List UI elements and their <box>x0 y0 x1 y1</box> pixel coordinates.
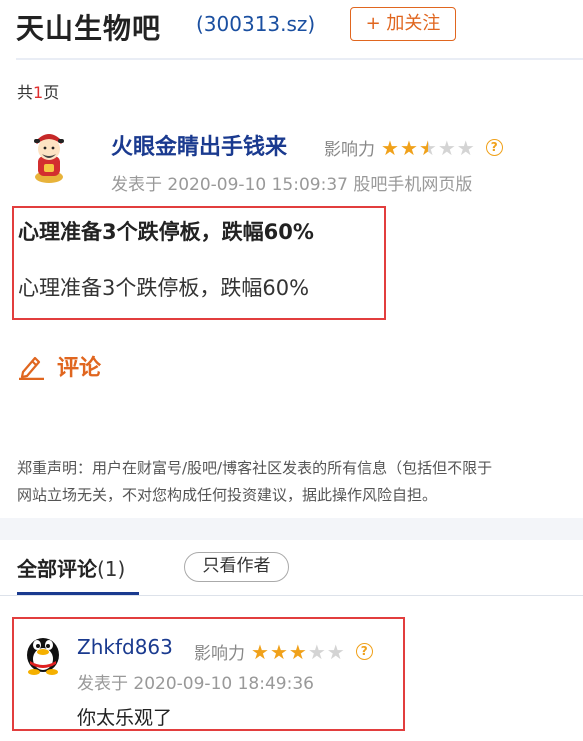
section-divider <box>0 518 583 540</box>
page-count-prefix: 共 <box>17 83 34 102</box>
commenter-avatar[interactable] <box>22 629 64 675</box>
page-count-suffix: 页 <box>43 83 60 102</box>
bar-header: 天山生物吧 (300313.sz) + 加关注 <box>0 0 583 58</box>
star-icon: ★ <box>381 135 399 160</box>
author-avatar[interactable] <box>23 128 75 184</box>
influence-stars: ★ ★ ★ ★ ★ <box>251 642 346 662</box>
disclaimer: 郑重声明：用户在财富号/股吧/博客社区发表的所有信息（包括但不限于 网站立场无关… <box>17 455 492 509</box>
influence-stars: ★ ★ ★ ★ ★ <box>381 138 476 158</box>
post-title: 心理准备3个跌停板，跌幅60% <box>18 220 314 244</box>
disclaimer-line-1: 郑重声明：用户在财富号/股吧/博客社区发表的所有信息（包括但不限于 <box>17 459 493 477</box>
star-icon: ★ <box>307 639 326 664</box>
star-icon: ★ <box>399 135 418 160</box>
comment-button[interactable]: 评论 <box>17 350 101 382</box>
penguin-avatar-icon <box>27 638 59 675</box>
help-icon[interactable]: ? <box>355 643 373 660</box>
post-author-influence: 影响力 ★ ★ ★ ★ ★ ? <box>324 135 503 160</box>
header-divider <box>16 58 583 60</box>
page-count-number[interactable]: 1 <box>33 83 43 102</box>
post-author-name[interactable]: 火眼金睛出手钱来 <box>111 129 287 161</box>
post-content-box: 心理准备3个跌停板，跌幅60% 心理准备3个跌停板，跌幅60% <box>12 206 386 320</box>
influence-label: 影响力 <box>324 140 375 160</box>
commenter-influence: 影响力 ★ ★ ★ ★ ★ ? <box>194 639 373 664</box>
comment-count: (1) <box>97 557 126 581</box>
stock-code-link[interactable]: (300313.sz) <box>196 12 315 36</box>
page-count: 共1页 <box>17 79 59 103</box>
bar-title[interactable]: 天山生物吧 <box>16 7 161 47</box>
tab-all-comments[interactable]: 全部评论(1) <box>17 553 125 582</box>
star-icon: ★ <box>269 639 288 664</box>
tabs-divider <box>0 595 583 596</box>
comment-text: 你太乐观了 <box>77 707 173 729</box>
follow-button[interactable]: + 加关注 <box>350 7 456 41</box>
influence-label: 影响力 <box>194 644 245 664</box>
help-icon[interactable]: ? <box>485 139 503 156</box>
pencil-icon <box>19 356 44 380</box>
author-only-button[interactable]: 只看作者 <box>184 552 289 582</box>
star-icon: ★ <box>288 639 307 664</box>
star-icon: ★ <box>326 639 345 664</box>
comment-meta: 发表于 2020-09-10 18:49:36 <box>77 674 314 694</box>
post-meta: 发表于 2020-09-10 15:09:37 股吧手机网页版 <box>111 175 473 195</box>
star-icon: ★ <box>437 135 456 160</box>
tab-all-comments-label: 全部评论 <box>17 557 97 581</box>
disclaimer-line-2: 网站立场无关，不对您构成任何投资建议，据此操作风险自担。 <box>17 486 438 504</box>
comment-item: Zhkfd863 影响力 ★ ★ ★ ★ ★ ? 发表于 2020-09-10 18:4… <box>12 617 405 731</box>
star-icon: ★ <box>456 135 475 160</box>
star-icon: ★ <box>251 639 269 664</box>
post-body: 心理准备3个跌停板，跌幅60% <box>18 276 310 300</box>
comment-label: 评论 <box>57 356 102 381</box>
god-of-wealth-avatar-icon <box>34 134 64 183</box>
star-icon: ★ <box>418 135 437 160</box>
commenter-name[interactable]: Zhkfd863 <box>77 635 173 659</box>
